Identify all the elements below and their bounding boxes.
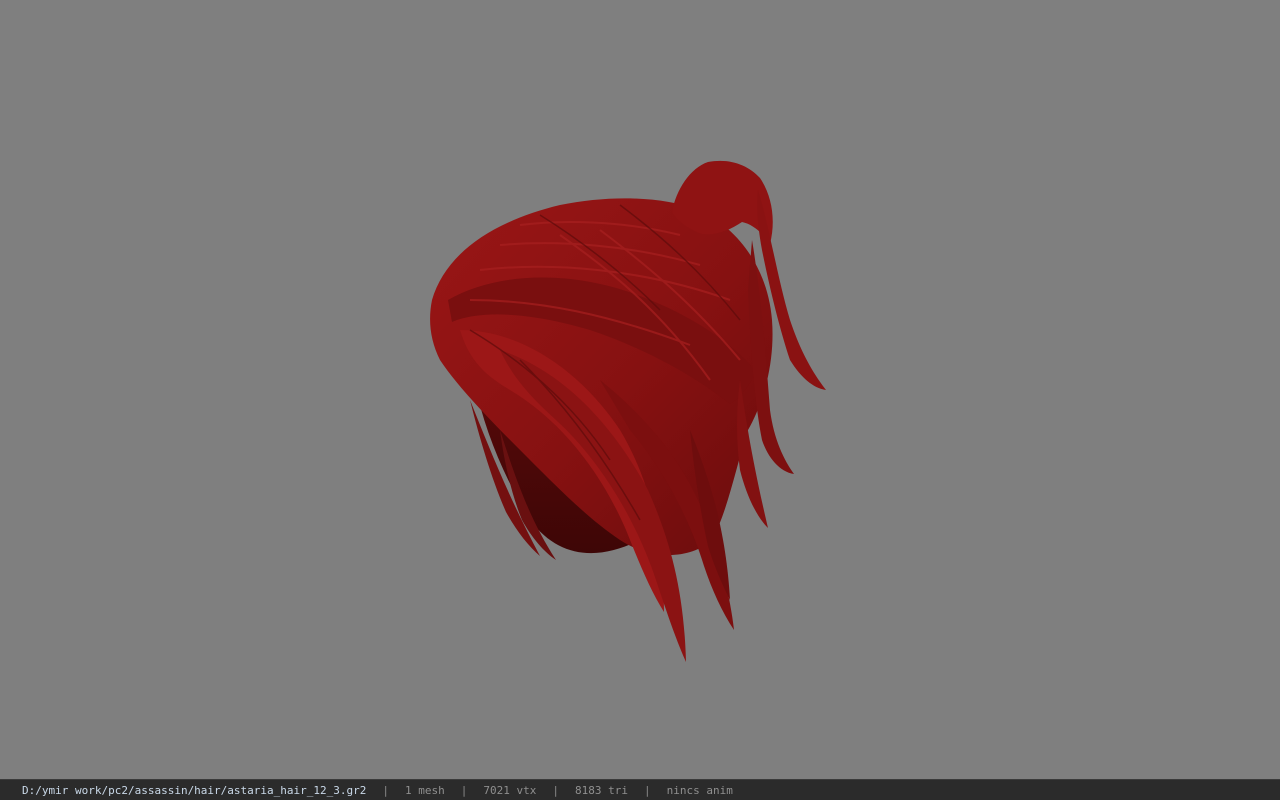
mesh-count: 1 mesh <box>405 783 445 797</box>
separator: | <box>382 783 389 797</box>
separator: | <box>643 783 651 797</box>
vertex-count: 7021 vtx <box>483 783 537 797</box>
3d-viewport[interactable] <box>0 0 1280 779</box>
separator: | <box>552 783 559 797</box>
hair-model[interactable] <box>0 0 1280 779</box>
triangle-count: 8183 tri <box>574 783 628 797</box>
status-bar: D:/ymir work/pc2/assassin/hair/astaria_h… <box>0 779 1280 800</box>
file-path: D:/ymir work/pc2/assassin/hair/astaria_h… <box>22 783 367 797</box>
separator: | <box>460 783 468 797</box>
anim-status: nincs anim <box>666 783 733 797</box>
